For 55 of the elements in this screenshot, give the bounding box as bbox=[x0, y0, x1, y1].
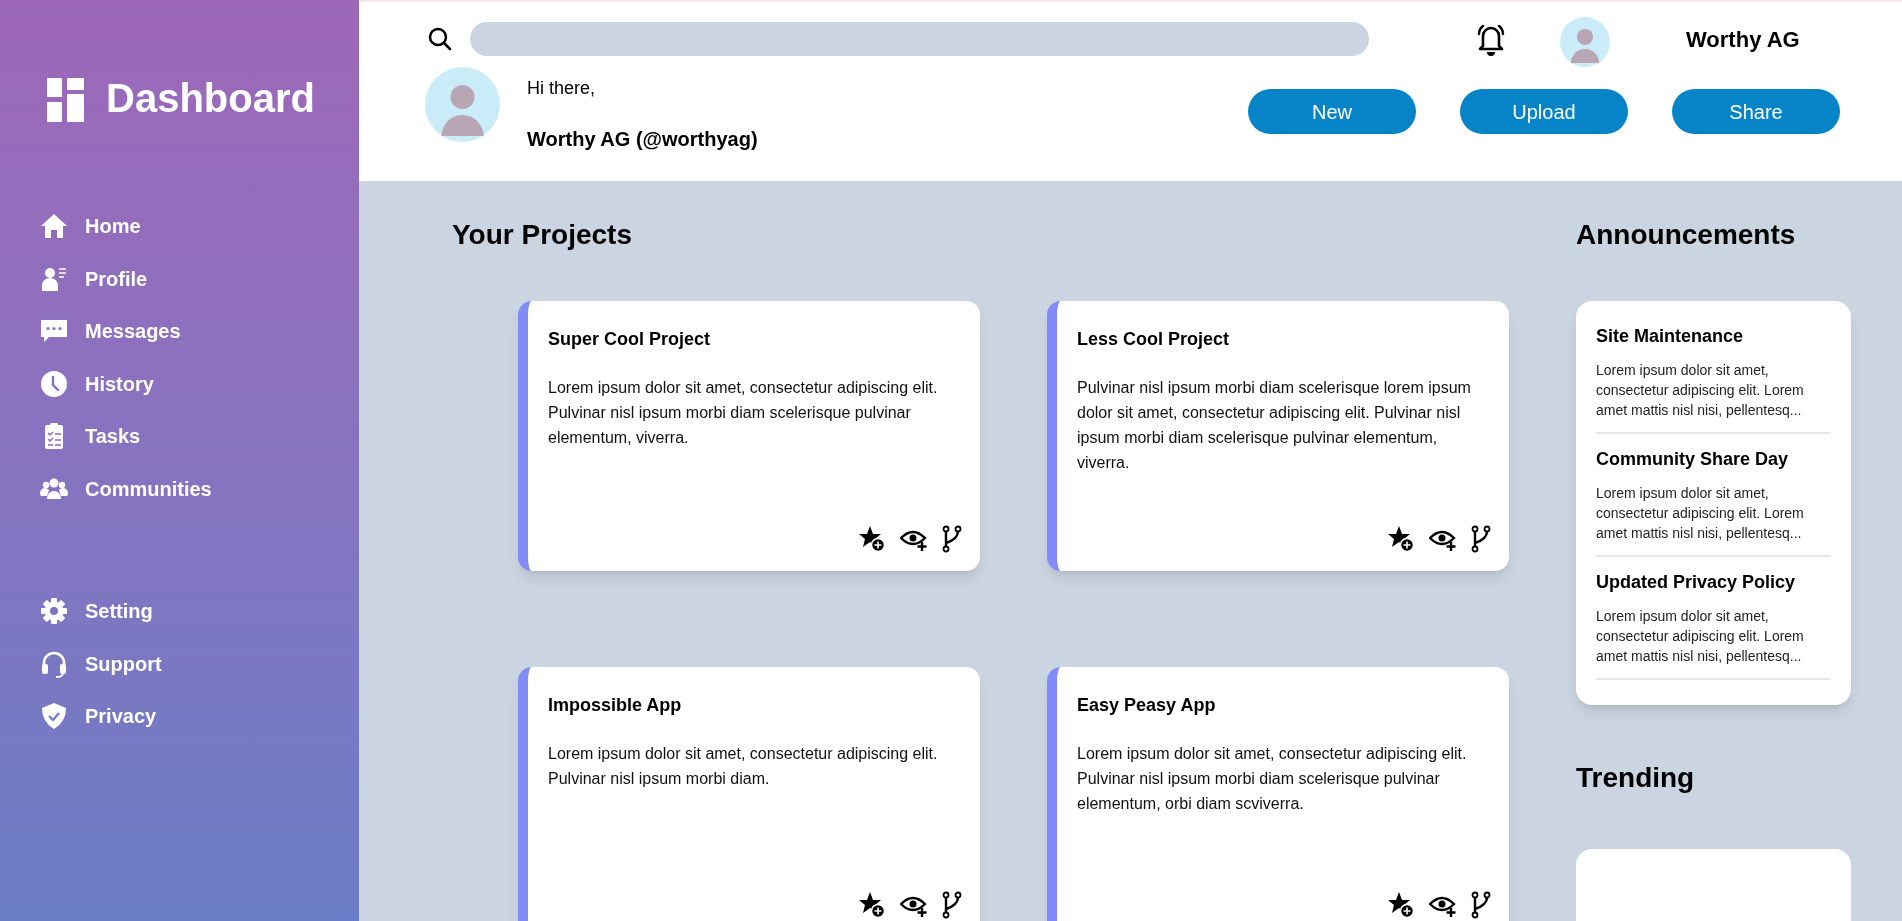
nav-link[interactable]: Profile bbox=[40, 252, 148, 305]
card-description: Lorem ipsum dolor sit amet, consectetur adipiscing elit. Pulvinar nisl ipsum morbi diam. bbox=[548, 744, 939, 789]
card-description: Lorem ipsum dolor sit amet, consectetur adipiscing elit. Pulvinar nisl ipsum morbi diam scelerisque pulvinar elementum, viverra. bbox=[548, 378, 939, 448]
section-heading: Trending bbox=[1576, 761, 1696, 795]
headset-icon bbox=[40, 649, 68, 678]
announcement-title[interactable]: Site Maintenance bbox=[1596, 323, 1831, 350]
card-title: Easy Peasy App bbox=[1077, 694, 1217, 717]
nav-link[interactable]: Setting bbox=[40, 585, 153, 638]
announcement-text: Lorem ipsum dolor sit amet, consectetur adipiscing elit. Lorem amet mattis nisl nisi, pellentesq... bbox=[1596, 607, 1805, 666]
shield-icon bbox=[40, 702, 68, 731]
card-title: Super Cool Project bbox=[548, 328, 712, 351]
announcement-text: Lorem ipsum dolor sit amet, consectetur adipiscing elit. Lorem amet mattis nisl nisi, pellentesq... bbox=[1596, 361, 1805, 420]
avatar-icon bbox=[425, 67, 500, 142]
nav-link[interactable]: Communities bbox=[40, 462, 212, 515]
card-title: Less Cool Project bbox=[1077, 328, 1231, 351]
dashboard-logo-icon bbox=[47, 78, 84, 122]
project-card[interactable]: Impossible App Lorem ipsum dolor sit amet, consectetur adipiscing elit. Pulvinar nisl ipsum morbi diam. bbox=[518, 667, 980, 921]
card-title: Impossible App bbox=[548, 694, 683, 717]
nav-link[interactable]: Messages bbox=[40, 305, 181, 358]
star-plus-icon[interactable] bbox=[1387, 891, 1415, 919]
project-card[interactable]: Less Cool Project Pulvinar nisl ipsum morbi diam scelerisque lorem ipsum dolor sit amet, consectetur adipiscing elit. Pulvinar nisl ipsum morbi diam scelerisque pulvinar elementum, viverra. bbox=[1047, 301, 1509, 571]
home-icon bbox=[40, 212, 68, 241]
project-card[interactable]: Easy Peasy App Lorem ipsum dolor sit amet, consectetur adipiscing elit. Pulvinar nisl ipsum morbi diam scelerisque pulvinar elementum, orbi diam scviverra. bbox=[1047, 667, 1509, 921]
section-heading: Your Projects bbox=[452, 218, 633, 252]
announcement-title[interactable]: Updated Privacy Policy bbox=[1596, 569, 1831, 596]
nav-link[interactable]: History bbox=[40, 357, 154, 410]
gear-icon bbox=[40, 597, 68, 626]
action-button[interactable]: Share bbox=[1672, 89, 1840, 134]
action-button[interactable]: New bbox=[1248, 89, 1416, 134]
action-button[interactable]: Upload bbox=[1460, 89, 1628, 134]
search-field[interactable] bbox=[470, 22, 1369, 56]
greeting-text: Hi there, bbox=[527, 77, 597, 100]
star-plus-icon[interactable] bbox=[1387, 525, 1415, 553]
card-description: Pulvinar nisl ipsum morbi diam scelerisque lorem ipsum dolor sit amet, consectetur adipiscing elit. Pulvinar nisl ipsum morbi diam scelerisque pulvinar elementum, viverra. bbox=[1077, 378, 1472, 473]
search-icon[interactable] bbox=[427, 26, 453, 52]
announcement-text: Lorem ipsum dolor sit amet, consectetur adipiscing elit. Lorem amet mattis nisl nisi, pellentesq... bbox=[1596, 484, 1805, 543]
display-name: Worthy AG (@worthyag) bbox=[527, 127, 758, 152]
nav-link[interactable]: Tasks bbox=[40, 410, 141, 463]
user-name: Worthy AG bbox=[1686, 25, 1800, 54]
branch-fork-icon[interactable] bbox=[942, 525, 962, 553]
star-plus-icon[interactable] bbox=[858, 891, 886, 919]
star-plus-icon[interactable] bbox=[858, 525, 886, 553]
announcement-title[interactable]: Community Share Day bbox=[1596, 446, 1831, 473]
section-heading: Announcements bbox=[1576, 218, 1797, 252]
clock-icon bbox=[40, 369, 68, 398]
nav-link[interactable]: Privacy bbox=[40, 690, 157, 743]
branch-fork-icon[interactable] bbox=[1471, 891, 1491, 919]
branch-fork-icon[interactable] bbox=[942, 891, 962, 919]
bell-icon[interactable] bbox=[1475, 22, 1507, 56]
sidebar-title: Dashboard bbox=[106, 78, 315, 118]
card-description: Lorem ipsum dolor sit amet, consectetur adipiscing elit. Pulvinar nisl ipsum morbi diam scelerisque pulvinar elementum, orbi diam scviverra. bbox=[1077, 744, 1468, 814]
nav-link[interactable]: Support bbox=[40, 637, 162, 690]
branch-fork-icon[interactable] bbox=[1471, 525, 1491, 553]
nav-link[interactable]: Home bbox=[40, 200, 141, 253]
project-card[interactable]: Super Cool Project Lorem ipsum dolor sit amet, consectetur adipiscing elit. Pulvinar nisl ipsum morbi diam scelerisque pulvinar elementum, viverra. bbox=[518, 301, 980, 571]
